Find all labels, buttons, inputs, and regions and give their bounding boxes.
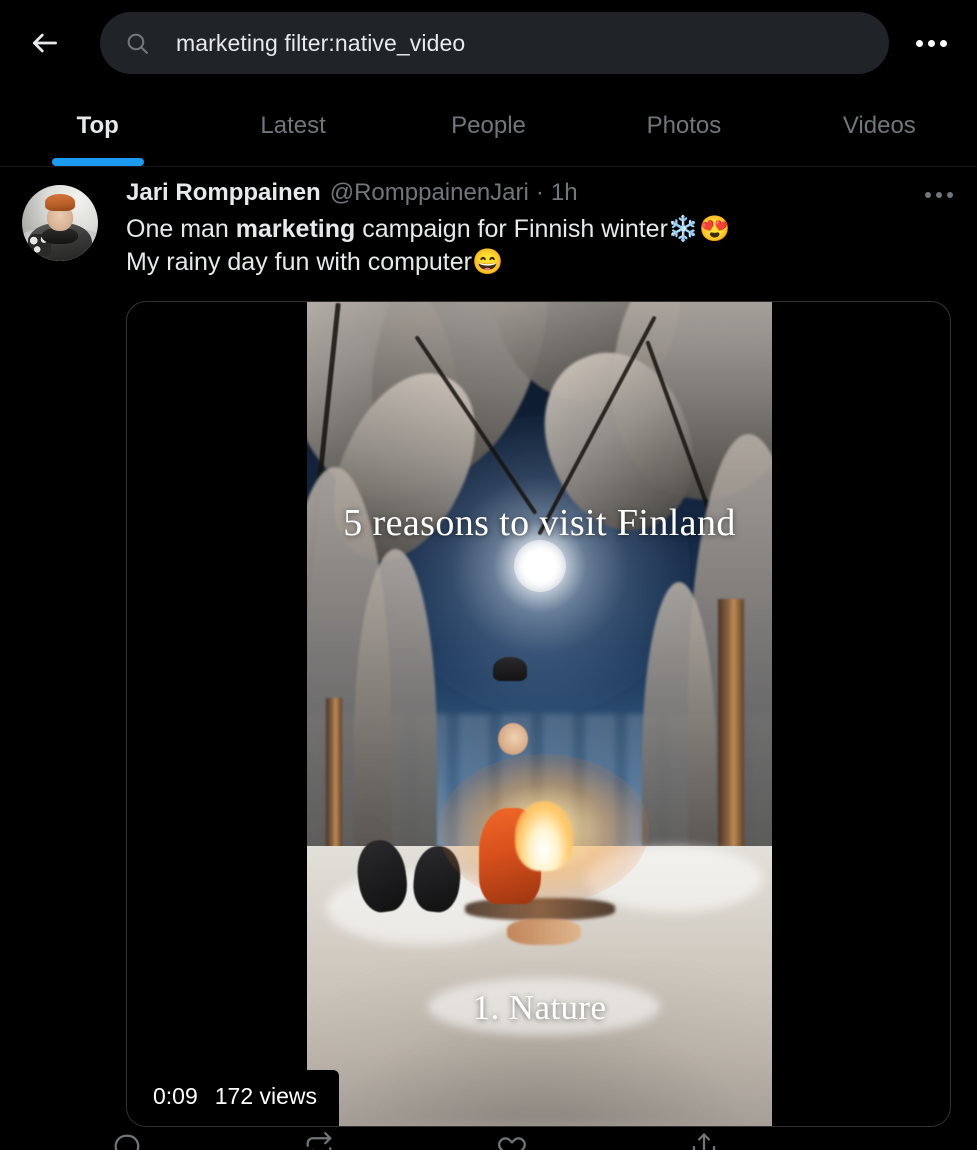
tweet-body: Jari Romppainen @RomppainenJari · 1h One… <box>102 179 959 1127</box>
like-button[interactable] <box>497 1132 689 1150</box>
tweet-text-line2-text: My rainy day fun with computer <box>126 248 472 276</box>
tab-photos[interactable]: Photos <box>586 86 781 166</box>
snow-drift <box>427 977 661 1036</box>
tab-videos[interactable]: Videos <box>782 86 977 166</box>
tab-latest[interactable]: Latest <box>195 86 390 166</box>
person-head <box>497 723 528 756</box>
avatar[interactable] <box>22 185 98 261</box>
tab-label: Latest <box>260 112 326 139</box>
more-dot <box>936 192 942 198</box>
avatar-beanie <box>44 194 76 211</box>
more-dot <box>925 192 931 198</box>
more-dot <box>927 39 935 47</box>
tab-label: People <box>451 112 526 139</box>
header-more-button[interactable] <box>907 19 955 67</box>
video-view-count: 172 views <box>214 1083 318 1109</box>
display-name[interactable]: Jari Romppainen <box>126 179 321 207</box>
tab-label: Videos <box>842 112 916 139</box>
tweet-text-line-2: My rainy day fun with computer😄 <box>126 246 959 279</box>
share-button[interactable] <box>689 1132 881 1150</box>
tweet-header: Jari Romppainen @RomppainenJari · 1h <box>126 179 959 207</box>
retweet-icon <box>304 1132 334 1150</box>
arrow-left-icon <box>29 27 61 59</box>
search-input[interactable]: marketing filter:native_video <box>100 12 889 74</box>
reply-button[interactable] <box>112 1132 304 1150</box>
tab-label: Top <box>76 112 119 139</box>
handle[interactable]: @RomppainenJari <box>330 179 529 207</box>
share-icon <box>689 1132 719 1150</box>
timestamp[interactable]: 1h <box>551 179 578 207</box>
more-dot <box>915 39 923 47</box>
campfire-logs <box>464 898 615 920</box>
like-icon <box>497 1132 527 1150</box>
meta-separator: · <box>535 179 544 206</box>
tweet-keyword-highlight: marketing <box>235 215 356 243</box>
tab-top[interactable]: Top <box>0 86 195 166</box>
search-header: marketing filter:native_video <box>0 0 977 86</box>
grinning-squinting-emoji: 😄 <box>471 248 504 276</box>
tab-label: Photos <box>646 112 722 139</box>
tweet-text-suffix: campaign for Finnish winter <box>355 215 668 243</box>
tweet-text: One man marketing campaign for Finnish w… <box>126 213 959 279</box>
tweet-text-prefix: One man <box>126 215 236 243</box>
more-dot <box>947 192 953 198</box>
tweet-more-button[interactable] <box>919 181 959 209</box>
tab-active-underline <box>51 158 144 166</box>
tab-people[interactable]: People <box>391 86 586 166</box>
snowflake-emoji: ❄️ <box>667 215 700 243</box>
search-icon <box>124 30 150 56</box>
moon-icon <box>513 539 566 592</box>
person-beanie <box>493 657 527 682</box>
tweet-action-bar <box>0 1132 977 1150</box>
back-button[interactable] <box>22 20 68 66</box>
heart-eyes-emoji: 😍 <box>699 215 731 243</box>
reply-icon <box>112 1132 142 1150</box>
video-frame: 5 reasons to visit Finland 1. Nature <box>307 302 772 1126</box>
campfire-flame <box>515 800 574 871</box>
retweet-button[interactable] <box>304 1132 496 1150</box>
video-duration: 0:09 <box>153 1083 198 1109</box>
tweet[interactable]: Jari Romppainen @RomppainenJari · 1h One… <box>0 167 977 1127</box>
search-query-text: marketing filter:native_video <box>176 29 466 56</box>
more-dot <box>939 39 947 47</box>
video-player[interactable]: 5 reasons to visit Finland 1. Nature 0:0… <box>126 301 951 1127</box>
tweet-text-line-1: One man marketing campaign for Finnish w… <box>126 213 959 246</box>
search-tabs: Top Latest People Photos Videos <box>0 86 977 166</box>
person-legs <box>506 918 581 945</box>
video-attachment: 5 reasons to visit Finland 1. Nature 0:0… <box>126 301 959 1127</box>
video-status-badge: 0:09 172 views <box>127 1070 340 1126</box>
avatar-column <box>22 179 102 1127</box>
